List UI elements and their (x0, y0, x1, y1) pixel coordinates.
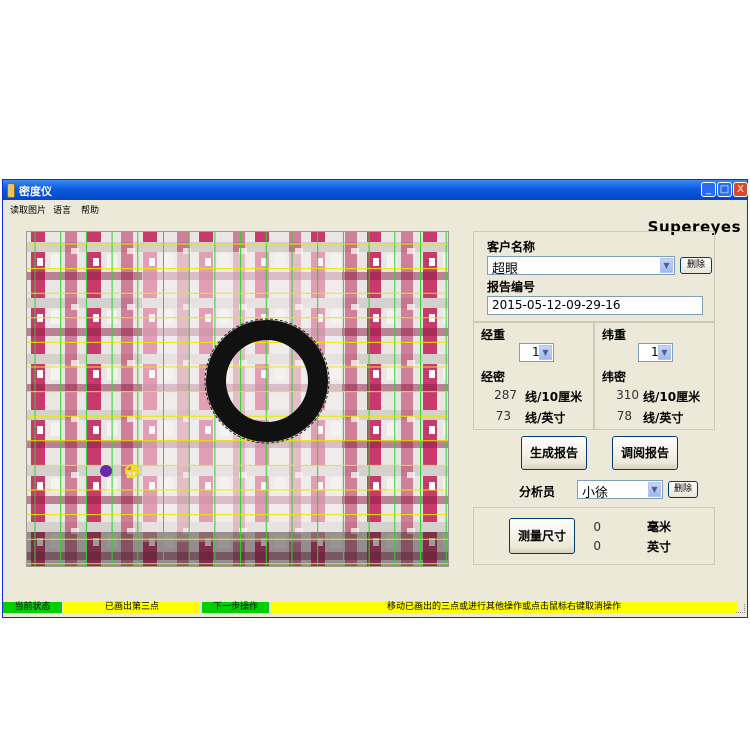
menu-read-image[interactable]: 读取图片 (10, 203, 46, 216)
customer-name-value: 超眼 (492, 262, 519, 277)
status-state-label: 当前状态 (3, 602, 62, 613)
weft-weight-label: 纬重 (602, 328, 627, 342)
chevron-down-icon[interactable]: ▼ (648, 482, 661, 497)
report-number-label: 报告编号 (487, 280, 536, 294)
fabric-image[interactable] (27, 232, 448, 566)
warp-unit-inch: 线/英寸 (525, 411, 566, 425)
status-next-label: 下一步操作 (202, 602, 269, 613)
chevron-down-icon[interactable]: ▼ (658, 345, 671, 360)
menu-language[interactable]: 语言 (53, 203, 71, 216)
customer-name-label: 客户名称 (487, 240, 536, 254)
weft-density-label: 纬密 (602, 370, 627, 384)
analyst-combo[interactable]: 小徐 ▼ (577, 480, 663, 501)
weft-unit-10cm: 线/10厘米 (643, 390, 701, 404)
chevron-down-icon[interactable]: ▼ (660, 258, 673, 273)
warp-density-label: 经密 (481, 370, 506, 384)
measure-inch-value: 0 (593, 539, 601, 553)
measure-mm-unit: 毫米 (647, 520, 672, 534)
measure-point-1[interactable] (100, 465, 112, 477)
generate-report-button[interactable]: 生成报告 (521, 436, 587, 470)
weft-count-inch: 78 (616, 409, 632, 423)
chevron-down-icon[interactable]: ▼ (539, 345, 552, 360)
status-next-value: 移动已画出的三点或进行其他操作或点击鼠标右键取消操作 (271, 602, 737, 613)
warp-count-inch: 73 (495, 409, 511, 423)
maximize-button[interactable]: □ (717, 182, 732, 197)
measure-inch-unit: 英寸 (647, 540, 672, 554)
warp-count-10cm: 287 (494, 388, 517, 402)
report-number-value: 2015-05-12-09-29-16 (492, 298, 621, 312)
status-bar: 当前状态 已画出第三点 下一步操作 移动已画出的三点或进行其他操作或点击鼠标右键… (3, 600, 747, 615)
main-window: 密度仪 _ □ X 读取图片 语言 帮助 Supereyes 客户名称 超眼 ▼… (2, 179, 748, 618)
app-icon (7, 183, 15, 198)
close-button[interactable]: X (733, 182, 748, 197)
menu-bar: 读取图片 语言 帮助 Supereyes (3, 200, 747, 236)
weft-unit-inch: 线/英寸 (643, 411, 684, 425)
analyst-label: 分析员 (519, 485, 556, 499)
measure-size-button[interactable]: 测量尺寸 (509, 518, 575, 554)
view-report-button[interactable]: 调阅报告 (612, 436, 678, 470)
status-state-value: 已画出第三点 (64, 602, 200, 613)
weft-weight-combo[interactable]: 1 ▼ (638, 343, 673, 362)
warp-weight-label: 经重 (481, 328, 506, 342)
analyst-value: 小徐 (582, 486, 609, 501)
warp-weight-combo[interactable]: 1 ▼ (519, 343, 554, 362)
report-number-field[interactable]: 2015-05-12-09-29-16 (487, 296, 703, 315)
delete-analyst-button[interactable]: 删除 (668, 481, 698, 498)
title-bar: 密度仪 _ □ X (3, 180, 748, 200)
fabric-image-panel[interactable] (26, 231, 449, 567)
measure-mm-value: 0 (593, 520, 601, 534)
resize-grip-icon[interactable] (736, 604, 745, 613)
delete-customer-button[interactable]: 删除 (680, 257, 712, 274)
window-title: 密度仪 (19, 185, 52, 198)
minimize-button[interactable]: _ (701, 182, 716, 197)
menu-help[interactable]: 帮助 (81, 203, 99, 216)
weft-count-10cm: 310 (616, 388, 639, 402)
customer-name-combo[interactable]: 超眼 ▼ (487, 256, 675, 277)
warp-unit-10cm: 线/10厘米 (525, 390, 583, 404)
